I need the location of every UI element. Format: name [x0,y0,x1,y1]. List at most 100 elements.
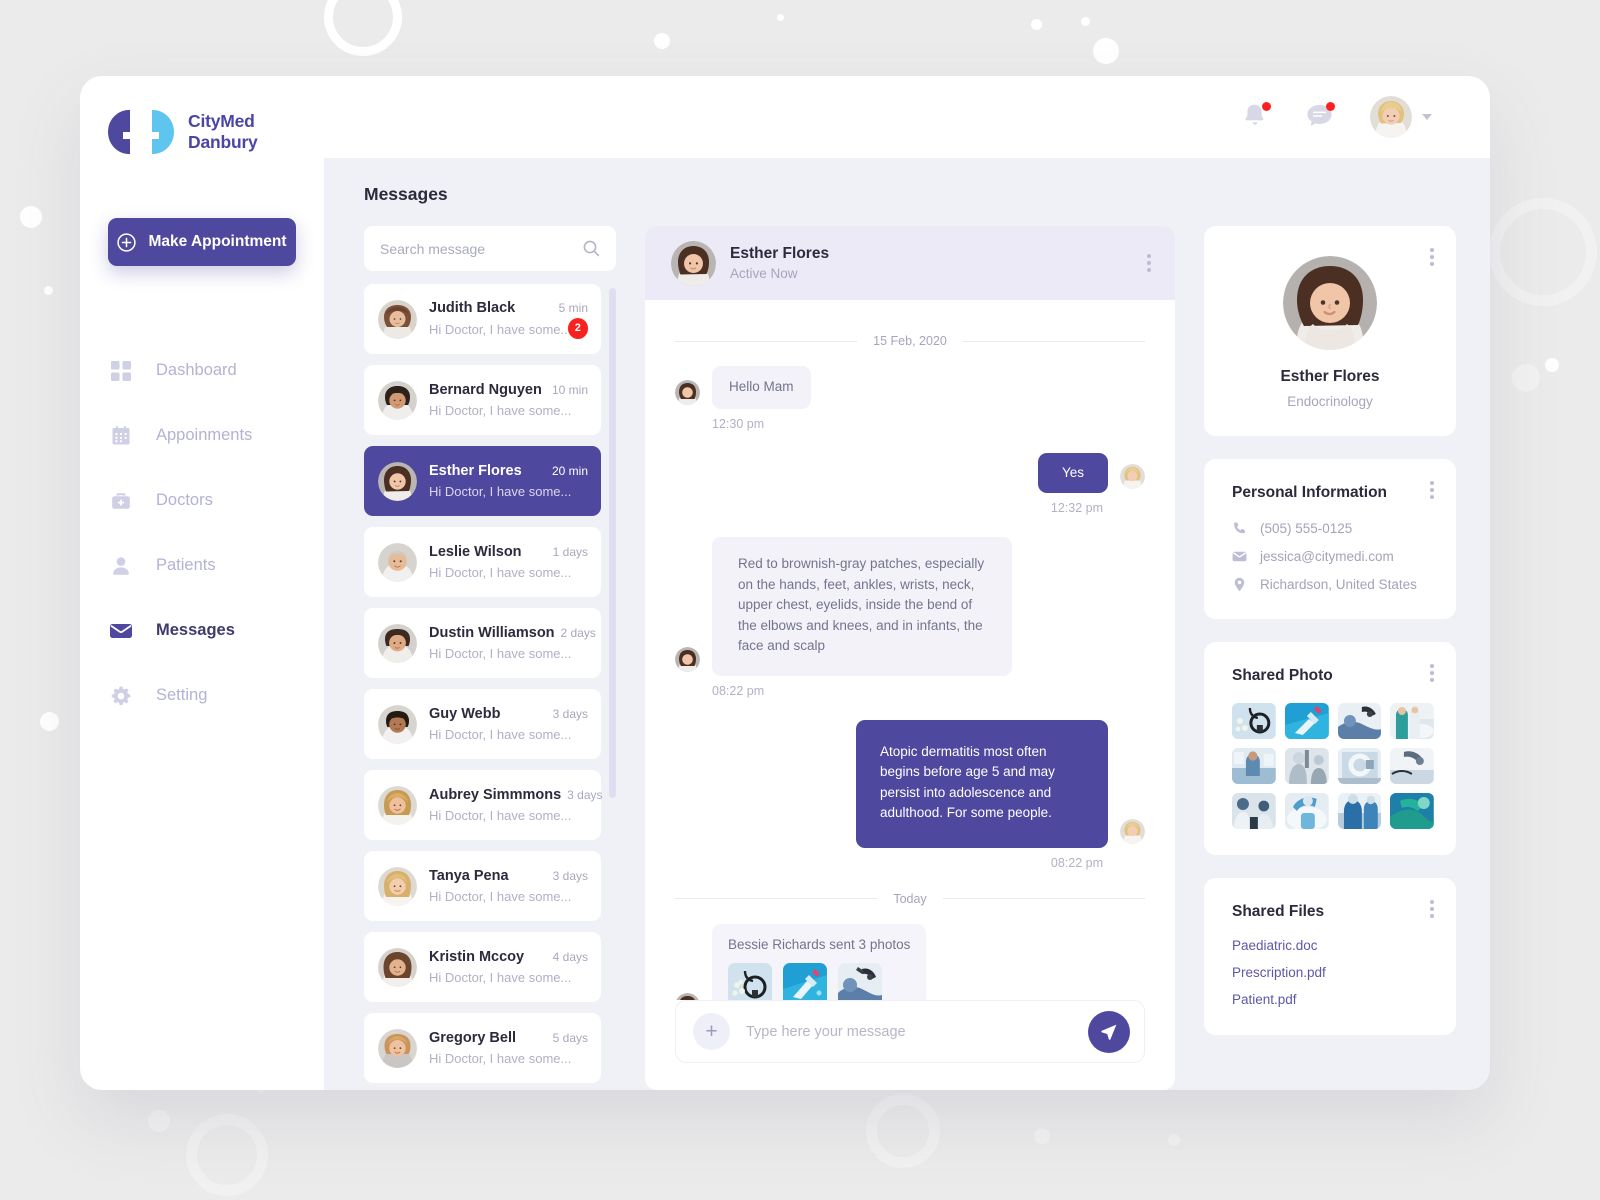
shared-file-link[interactable]: Paediatric.doc [1232,938,1434,953]
list-item[interactable]: Esther Flores 20 min Hi Doctor, I have s… [364,446,601,516]
contact-preview: Hi Doctor, I have some... [429,1051,572,1066]
conversation-list[interactable]: Judith Black 5 min Hi Doctor, I have som… [364,284,616,1090]
photo-thumbnail[interactable] [1390,793,1434,829]
avatar [378,461,417,501]
photo-thumbnail[interactable] [1232,703,1276,739]
list-item[interactable]: Judith Black 5 min Hi Doctor, I have som… [364,284,601,354]
contact-name: Gregory Bell [429,1030,517,1046]
chat-contact-status: Active Now [730,266,798,281]
list-item[interactable]: Guy Webb 3 days Hi Doctor, I have some..… [364,689,601,759]
send-icon [1100,1023,1118,1041]
contact-preview: Hi Doctor, I have some... [429,646,572,661]
message-outgoing: Yes 12:32 pm [675,452,1145,516]
shared-photos-message: Bessie Richards sent 3 photos [712,923,927,1000]
contact-name: Bernard Nguyen [429,382,542,398]
photo-thumbnail[interactable] [1232,748,1276,784]
list-item[interactable]: Kristin Mccoy 4 days Hi Doctor, I have s… [364,932,601,1002]
avatar [378,704,417,744]
conversation-list-column: Judith Black 5 min Hi Doctor, I have som… [364,226,616,1090]
shared-file-link[interactable]: Prescription.pdf [1232,965,1434,980]
avatar [378,1028,417,1068]
sidebar-item-setting[interactable]: Setting [80,663,324,728]
avatar [378,947,417,987]
sidebar-item-messages[interactable]: Messages [80,598,324,663]
contact-name: Dustin Williamson [429,625,555,641]
avatar [378,299,417,339]
message-bubble: Atopic dermatitis most often begins befo… [856,719,1108,848]
photo-thumbnail[interactable] [1337,748,1382,784]
citymed-logo-icon [108,110,174,154]
shared-photo-card: Shared Photo [1204,642,1456,855]
profile-specialty: Endocrinology [1287,394,1373,409]
list-item[interactable]: Aubrey Simmmons 3 days Hi Doctor, I have… [364,770,603,840]
plus-circle-icon [117,232,137,252]
message-dot [1326,102,1335,111]
kebab-menu-icon[interactable] [1430,248,1434,266]
photo-thumbnail[interactable] [1284,748,1329,784]
main-area: Messages Search message Judith Black 5 m… [324,76,1490,1090]
page-title: Messages [364,184,448,204]
kebab-menu-icon[interactable] [1430,664,1434,682]
list-item[interactable]: Gregory Bell 5 days Hi Doctor, I have so… [364,1013,601,1083]
list-item[interactable]: Bernard Nguyen 10 min Hi Doctor, I have … [364,365,601,435]
account-menu[interactable] [1370,96,1432,138]
email-value: jessica@citymedi.com [1260,549,1394,564]
search-box[interactable] [364,226,616,271]
send-button[interactable] [1088,1010,1130,1053]
list-item[interactable]: Tanya Pena 3 days Hi Doctor, I have some… [364,851,601,921]
kebab-menu-icon[interactable] [1147,254,1151,272]
shared-file-link[interactable]: Patient.pdf [1232,992,1434,1007]
photo-thumbnail[interactable] [1337,793,1382,829]
sidebar-item-dashboard[interactable]: Dashboard [80,338,324,403]
photo-thumbnail[interactable] [728,962,772,1000]
message-input[interactable] [746,1023,1072,1040]
message-timestamp: 12:32 pm [1050,501,1103,516]
message-timestamp: 08:22 pm [1050,855,1103,870]
avatar [1283,256,1377,350]
chat-contact-name: Esther Flores [730,245,830,262]
make-appointment-button[interactable]: Make Appointment [108,218,296,266]
kebab-menu-icon[interactable] [1430,481,1434,499]
message-outgoing: Atopic dermatitis most often begins befo… [675,719,1145,870]
brand-line-1: CityMed [188,111,255,132]
kebab-menu-icon[interactable] [1430,900,1434,918]
contact-preview: Hi Doctor, I have some... [429,889,572,904]
sidebar-item-label: Setting [156,686,208,704]
chat-bubble-icon[interactable] [1306,102,1335,131]
sidebar-item-patients[interactable]: Patients [80,533,324,598]
notification-dot [1262,102,1271,111]
unread-badge: 2 [567,317,588,339]
message-bubble: Yes [1037,452,1108,494]
contact-preview: Hi Doctor, I have some... [429,970,572,985]
calendar-icon [110,425,132,447]
photo-thumbnail[interactable] [838,962,882,1000]
contact-preview: Hi Doctor, I have some... [429,727,572,742]
avatar [671,240,716,286]
photo-thumbnail[interactable] [1284,793,1329,829]
avatar [378,785,417,825]
make-appointment-label: Make Appointment [148,233,287,250]
photo-thumbnail[interactable] [1390,703,1434,739]
photo-thumbnail[interactable] [783,962,827,1000]
photo-thumbnail[interactable] [1284,703,1329,739]
photo-thumbnail[interactable] [1390,748,1434,784]
message-bubble: Red to brownish-gray patches, especially… [712,537,1012,676]
conversation-list-scrollbar[interactable] [609,288,616,798]
sidebar-item-doctors[interactable]: Doctors [80,468,324,533]
date-divider-label: 15 Feb, 2020 [873,334,947,348]
plus-icon[interactable]: + [693,1013,730,1050]
list-item[interactable]: Leslie Wilson 1 days Hi Doctor, I have s… [364,527,601,597]
message-incoming: Red to brownish-gray patches, especially… [675,537,1145,698]
list-item[interactable]: Dustin Williamson 2 days Hi Doctor, I ha… [364,608,601,678]
photo-thumbnail[interactable] [1337,703,1382,739]
contact-name: Judith Black [429,299,516,316]
photo-thumbnail[interactable] [1232,793,1276,829]
search-input[interactable] [380,240,583,257]
contact-time: 5 days [552,1031,588,1045]
bell-icon[interactable] [1242,102,1271,131]
phone-icon [1232,521,1247,536]
chat-header: Esther Flores Active Now [645,226,1175,300]
contact-name: Esther Flores [429,463,522,479]
sidebar-item-appoinments[interactable]: Appoinments [80,403,324,468]
brand-logo[interactable]: CityMed Danbury [80,76,324,158]
